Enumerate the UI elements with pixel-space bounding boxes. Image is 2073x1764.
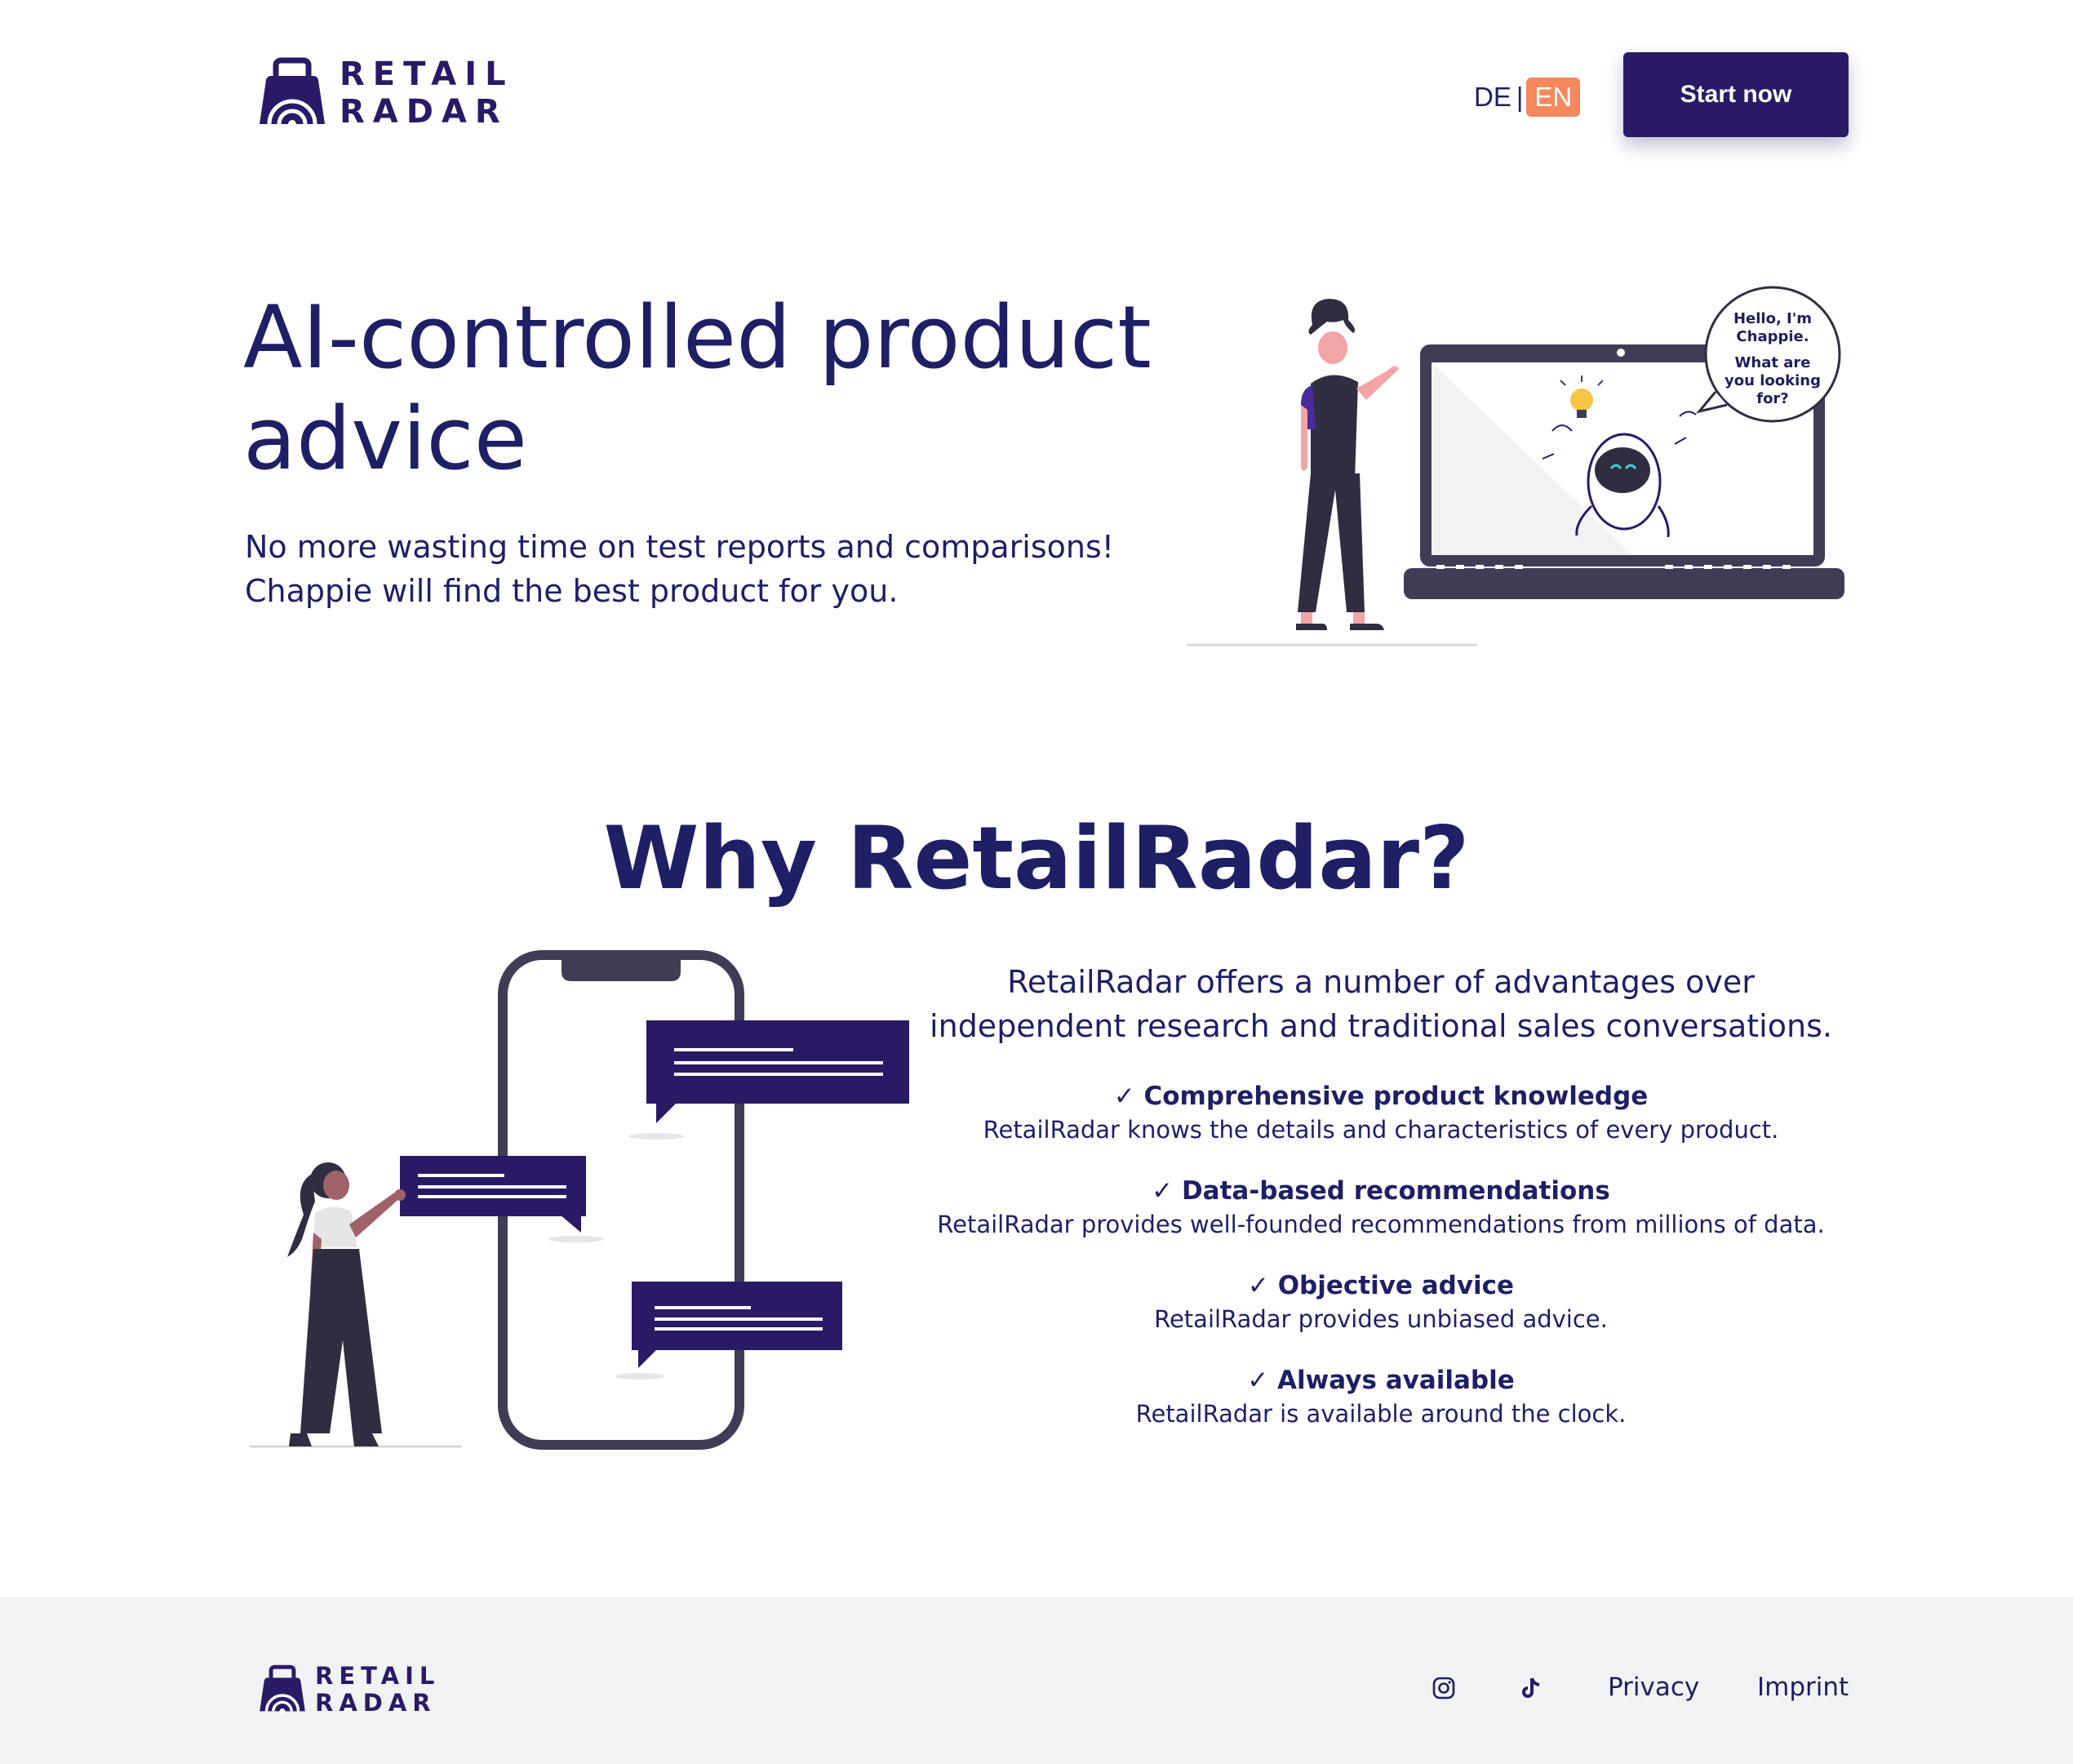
hero-subtitle-line-1: No more wasting time on test reports and… xyxy=(245,529,1114,565)
why-intro-line-2: independent research and traditional sal… xyxy=(930,1008,1832,1044)
logo-line-1: RETAIL xyxy=(340,56,514,93)
advantages-list: ✓ Comprehensive product knowledge Retail… xyxy=(922,1079,1840,1458)
hero-heading: AI-controlled product advice xyxy=(243,287,1223,490)
hero-illustration: Hello, I'm Chappie. What are you looking… xyxy=(1187,286,1844,647)
tiktok-link[interactable] xyxy=(1520,1676,1546,1702)
shopping-bag-logo-icon xyxy=(260,1665,305,1715)
footer-logo-line-2: RADAR xyxy=(315,1689,437,1717)
shopping-bag-logo-icon xyxy=(260,57,325,128)
start-now-button[interactable]: Start now xyxy=(1623,52,1849,137)
logo-line-2: RADAR xyxy=(340,93,508,131)
hero-title-line-1: AI-controlled product xyxy=(243,287,1152,388)
advantage-title: ✓ Data-based recommendations xyxy=(1152,1176,1610,1206)
bubble-text-3: What are xyxy=(1735,354,1811,371)
lang-en-link[interactable]: EN xyxy=(1526,78,1581,117)
advantage-title: ✓ Objective advice xyxy=(1247,1271,1515,1300)
footer-logo[interactable]: RETAIL RADAR xyxy=(256,1662,441,1717)
advantage-title: ✓ Always available xyxy=(1247,1366,1515,1395)
imprint-link[interactable]: Imprint xyxy=(1757,1673,1849,1702)
hero-subtitle: No more wasting time on test reports and… xyxy=(245,525,1224,613)
advantage-desc: RetailRadar knows the details and charac… xyxy=(983,1116,1779,1144)
advantage-desc: RetailRadar is available around the cloc… xyxy=(1135,1400,1627,1428)
bubble-text-1: Hello, I'm xyxy=(1733,310,1812,327)
hero-title-line-2: advice xyxy=(243,389,527,489)
advantage-desc: RetailRadar provides unbiased advice. xyxy=(1154,1305,1608,1333)
advantage-item: ✓ Always available RetailRadar is availa… xyxy=(922,1363,1840,1430)
advantage-desc: RetailRadar provides well-founded recomm… xyxy=(937,1211,1825,1238)
privacy-link[interactable]: Privacy xyxy=(1608,1673,1699,1702)
advantage-item: ✓ Comprehensive product knowledge Retail… xyxy=(922,1079,1840,1146)
language-switcher: DE | EN xyxy=(1474,78,1581,117)
woman-figure xyxy=(287,1162,406,1446)
why-intro: RetailRadar offers a number of advantage… xyxy=(922,960,1840,1048)
speech-bubble: Hello, I'm Chappie. What are you looking… xyxy=(1695,286,1841,423)
why-title: Why RetailRadar? xyxy=(603,808,1470,909)
advantage-title: ✓ Comprehensive product knowledge xyxy=(1113,1082,1649,1111)
why-heading: Why RetailRadar? xyxy=(0,808,2073,909)
chat-phone-illustration xyxy=(250,950,909,1450)
hero-subtitle-line-2: Chappie will find the best product for y… xyxy=(245,573,899,609)
advantage-item: ✓ Objective advice RetailRadar provides … xyxy=(922,1269,1840,1335)
woman-figure xyxy=(1296,299,1399,630)
instagram-icon xyxy=(1432,1677,1455,1700)
bubble-text-5: for? xyxy=(1756,390,1789,407)
footer: RETAIL RADAR Privacy Imprint xyxy=(0,1597,2073,1764)
advantage-item: ✓ Data-based recommendations RetailRadar… xyxy=(922,1174,1840,1241)
lang-separator: | xyxy=(1516,82,1524,112)
header-logo[interactable]: RETAIL RADAR xyxy=(255,56,514,131)
tiktok-icon xyxy=(1522,1677,1540,1698)
footer-logo-line-1: RETAIL xyxy=(315,1662,441,1690)
why-intro-line-1: RetailRadar offers a number of advantage… xyxy=(1007,964,1755,1000)
footer-logo-wordmark: RETAIL RADAR xyxy=(315,1662,441,1717)
bubble-text-4: you looking xyxy=(1725,372,1821,389)
bubble-text-2: Chappie. xyxy=(1736,328,1809,345)
lang-de-link[interactable]: DE xyxy=(1474,82,1511,113)
instagram-link[interactable] xyxy=(1432,1676,1458,1702)
logo-wordmark: RETAIL RADAR xyxy=(340,56,514,131)
